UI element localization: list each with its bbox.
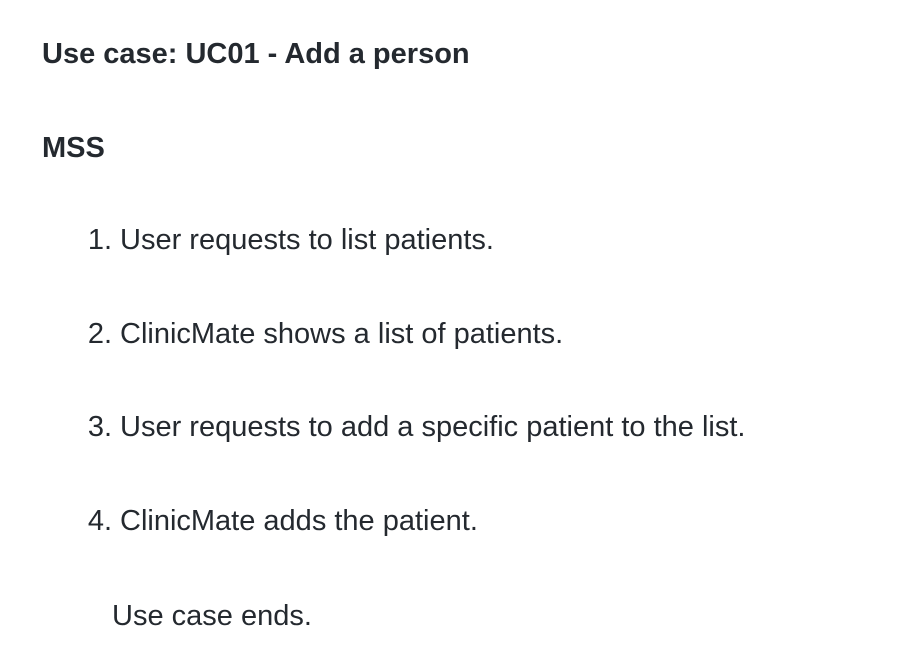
step-text: ClinicMate adds the patient.	[120, 505, 478, 537]
mss-step-3: 3. User requests to add a specific patien…	[42, 407, 746, 447]
step-text: ClinicMate shows a list of patients.	[120, 318, 564, 350]
mss-step-2: 2. ClinicMate shows a list of patients.	[42, 314, 563, 354]
step-text: User requests to list patients.	[120, 224, 494, 256]
mss-step-4: 4. ClinicMate adds the patient.	[42, 501, 478, 541]
step-text: User requests to add a specific patient …	[120, 411, 746, 443]
step-number: 1.	[87, 224, 112, 256]
step-number: 2.	[87, 318, 112, 350]
mss-heading: MSS	[42, 132, 105, 164]
step-number: 3.	[87, 411, 112, 443]
use-case-title: Use case: UC01 - Add a person	[42, 38, 470, 70]
step-number: 4.	[87, 505, 112, 537]
mss-step-1: 1. User requests to list patients.	[42, 220, 494, 260]
use-case-ending: Use case ends.	[112, 600, 312, 632]
